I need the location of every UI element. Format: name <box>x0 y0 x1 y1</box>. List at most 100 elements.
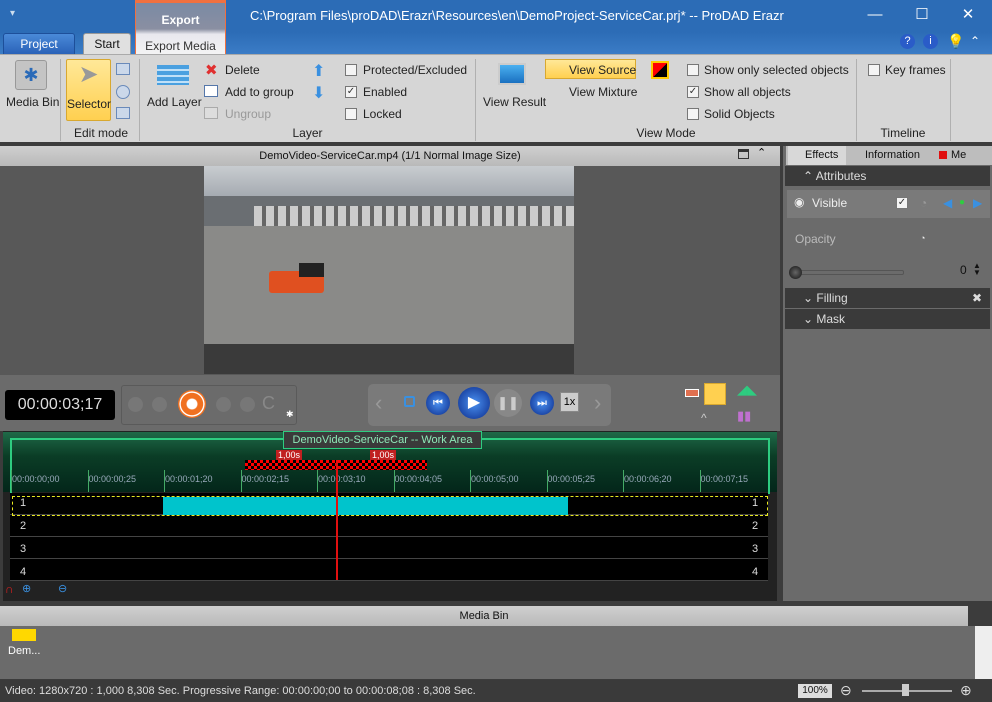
track-view-active-icon[interactable] <box>704 383 726 405</box>
next-arrow-icon[interactable]: › <box>594 390 601 416</box>
close-button[interactable]: ✕ <box>948 4 988 26</box>
next-keyframe-icon[interactable]: ▶ <box>973 196 982 210</box>
track-row[interactable] <box>10 537 768 559</box>
step-back-icon[interactable] <box>152 397 167 412</box>
tab-start[interactable]: Start <box>83 33 131 55</box>
record-icon[interactable] <box>178 390 206 418</box>
protected-checkbox[interactable] <box>345 64 357 76</box>
delete-button[interactable]: Delete <box>225 63 260 77</box>
remove-filling-icon[interactable]: ✖ <box>972 291 982 305</box>
skip-back-icon[interactable]: ⏮ <box>426 391 450 415</box>
ungroup-button[interactable]: Ungroup <box>225 107 271 121</box>
tick-label: 00:00:02;15 <box>241 474 290 484</box>
move-up-icon[interactable]: ⬆ <box>312 61 325 81</box>
track-number: 3 <box>20 543 27 555</box>
loop-icon[interactable] <box>404 396 415 407</box>
ellipse-tool-icon[interactable] <box>116 85 130 99</box>
green-marker-icon[interactable]: ◢◣ <box>737 382 757 398</box>
zoom-slider-thumb[interactable] <box>902 684 909 696</box>
tab-project[interactable]: Project <box>3 33 75 55</box>
selector-button[interactable]: ➤ Selector <box>66 59 111 121</box>
enabled-checkbox[interactable]: ✓ <box>345 86 357 98</box>
track-view-icon[interactable] <box>685 389 699 397</box>
zoom-in-icon[interactable]: ⊕ <box>22 582 31 595</box>
prev-arrow-icon[interactable]: ‹ <box>375 390 382 416</box>
play-icon[interactable]: ▶ <box>458 387 490 419</box>
track-row[interactable] <box>10 515 768 537</box>
tab-effects[interactable]: Effects <box>788 146 846 165</box>
magnet-icon[interactable]: ∩ <box>5 582 14 596</box>
move-down-icon[interactable]: ⬇ <box>312 83 325 103</box>
show-only-selected-checkbox[interactable] <box>687 64 699 76</box>
tick-line <box>546 470 548 492</box>
group-layer: Layer <box>292 126 323 140</box>
purple-marker-icon[interactable]: ▮▮ <box>737 408 751 424</box>
opacity-clock-icon[interactable]: ◔ <box>920 233 925 243</box>
view-source-button[interactable]: View Source <box>545 59 636 79</box>
mask-label: Mask <box>816 312 846 326</box>
polygon-tool-icon[interactable] <box>116 63 130 75</box>
prev-keyframe-icon[interactable]: ◀ <box>943 196 952 210</box>
add-to-group-button[interactable]: Add to group <box>225 85 294 99</box>
locked-label: Locked <box>363 107 402 121</box>
tick-label: 00:00:00;00 <box>12 474 60 484</box>
locked-checkbox[interactable] <box>345 108 357 120</box>
color-swatch-icon[interactable] <box>651 61 669 79</box>
zoom-in-button[interactable]: ⊕ <box>960 682 972 699</box>
export-context-tab[interactable]: Export Export Media <box>135 0 226 55</box>
attributes-section[interactable]: ⌃ Attributes <box>785 166 990 186</box>
zoom-level[interactable]: 100% <box>798 684 832 698</box>
info-icon[interactable]: i <box>923 34 938 49</box>
add-layer-button[interactable]: Add Layer <box>147 95 202 109</box>
visible-label: Visible <box>812 196 848 210</box>
maximize-preview-icon[interactable] <box>738 149 749 159</box>
lightbulb-icon[interactable]: 💡 <box>947 33 964 50</box>
tab-information[interactable]: Information <box>848 146 920 165</box>
quick-access-icon[interactable]: ▾ <box>10 8 15 19</box>
view-result-button[interactable]: View Result <box>483 95 546 109</box>
collapse-icon[interactable]: ⌃ <box>757 146 766 159</box>
tab-export-media[interactable]: Export Media <box>136 39 225 53</box>
show-all-label: Show all objects <box>704 85 791 99</box>
zoom-out-button[interactable]: ⊖ <box>840 682 852 699</box>
opacity-slider[interactable] <box>795 270 904 275</box>
opacity-spinner[interactable]: ▲ ▼ <box>973 262 981 277</box>
media-item-thumbnail[interactable] <box>12 629 36 641</box>
skip-forward-icon[interactable]: ⏭ <box>530 391 554 415</box>
help-icon[interactable]: ? <box>900 34 915 49</box>
minimize-button[interactable]: — <box>855 4 895 26</box>
maximize-button[interactable]: ☐ <box>902 4 942 26</box>
step-forward-icon[interactable] <box>216 397 231 412</box>
media-item-label[interactable]: Dem... <box>8 645 40 657</box>
view-mixture-button[interactable]: View Mixture <box>569 85 637 99</box>
go-end-icon[interactable] <box>240 397 255 412</box>
media-bin-scrollbar[interactable] <box>975 626 992 679</box>
pause-icon[interactable]: ❚❚ <box>494 389 522 417</box>
track-row[interactable] <box>10 559 768 581</box>
zoom-out-icon[interactable]: ⊖ <box>58 582 67 595</box>
video-frame[interactable] <box>204 166 574 374</box>
show-only-selected-label: Show only selected objects <box>704 63 849 77</box>
solid-objects-checkbox[interactable] <box>687 108 699 120</box>
mask-section[interactable]: ⌄ Mask <box>785 309 990 329</box>
ribbon-collapse-icon[interactable]: ⌃ <box>970 34 980 48</box>
opacity-slider-thumb[interactable] <box>789 266 802 279</box>
clip[interactable] <box>163 497 568 515</box>
go-start-icon[interactable] <box>128 397 143 412</box>
speed-button[interactable]: 1x <box>560 392 579 412</box>
cut-icon[interactable]: ^ <box>701 411 707 425</box>
preview-header: DemoVideo-ServiceCar.mp4 (1/1 Normal Ima… <box>0 146 780 166</box>
export-label: Export <box>161 13 200 27</box>
filling-section[interactable]: ⌄ Filling <box>785 288 990 308</box>
key-frames-checkbox[interactable] <box>868 64 880 76</box>
refresh-icon[interactable]: C <box>262 393 275 414</box>
clock-icon[interactable]: ◔ <box>920 196 927 210</box>
playhead[interactable] <box>336 460 338 580</box>
visible-checkbox[interactable]: ✓ <box>896 197 908 209</box>
show-all-checkbox[interactable]: ✓ <box>687 86 699 98</box>
settings-icon[interactable]: ✱ <box>286 409 294 420</box>
add-keyframe-icon[interactable]: ● <box>959 197 965 208</box>
add-to-group-icon <box>204 85 218 97</box>
media-bin-button[interactable]: Media Bin <box>6 95 59 109</box>
rectangle-tool-icon[interactable] <box>116 107 130 119</box>
